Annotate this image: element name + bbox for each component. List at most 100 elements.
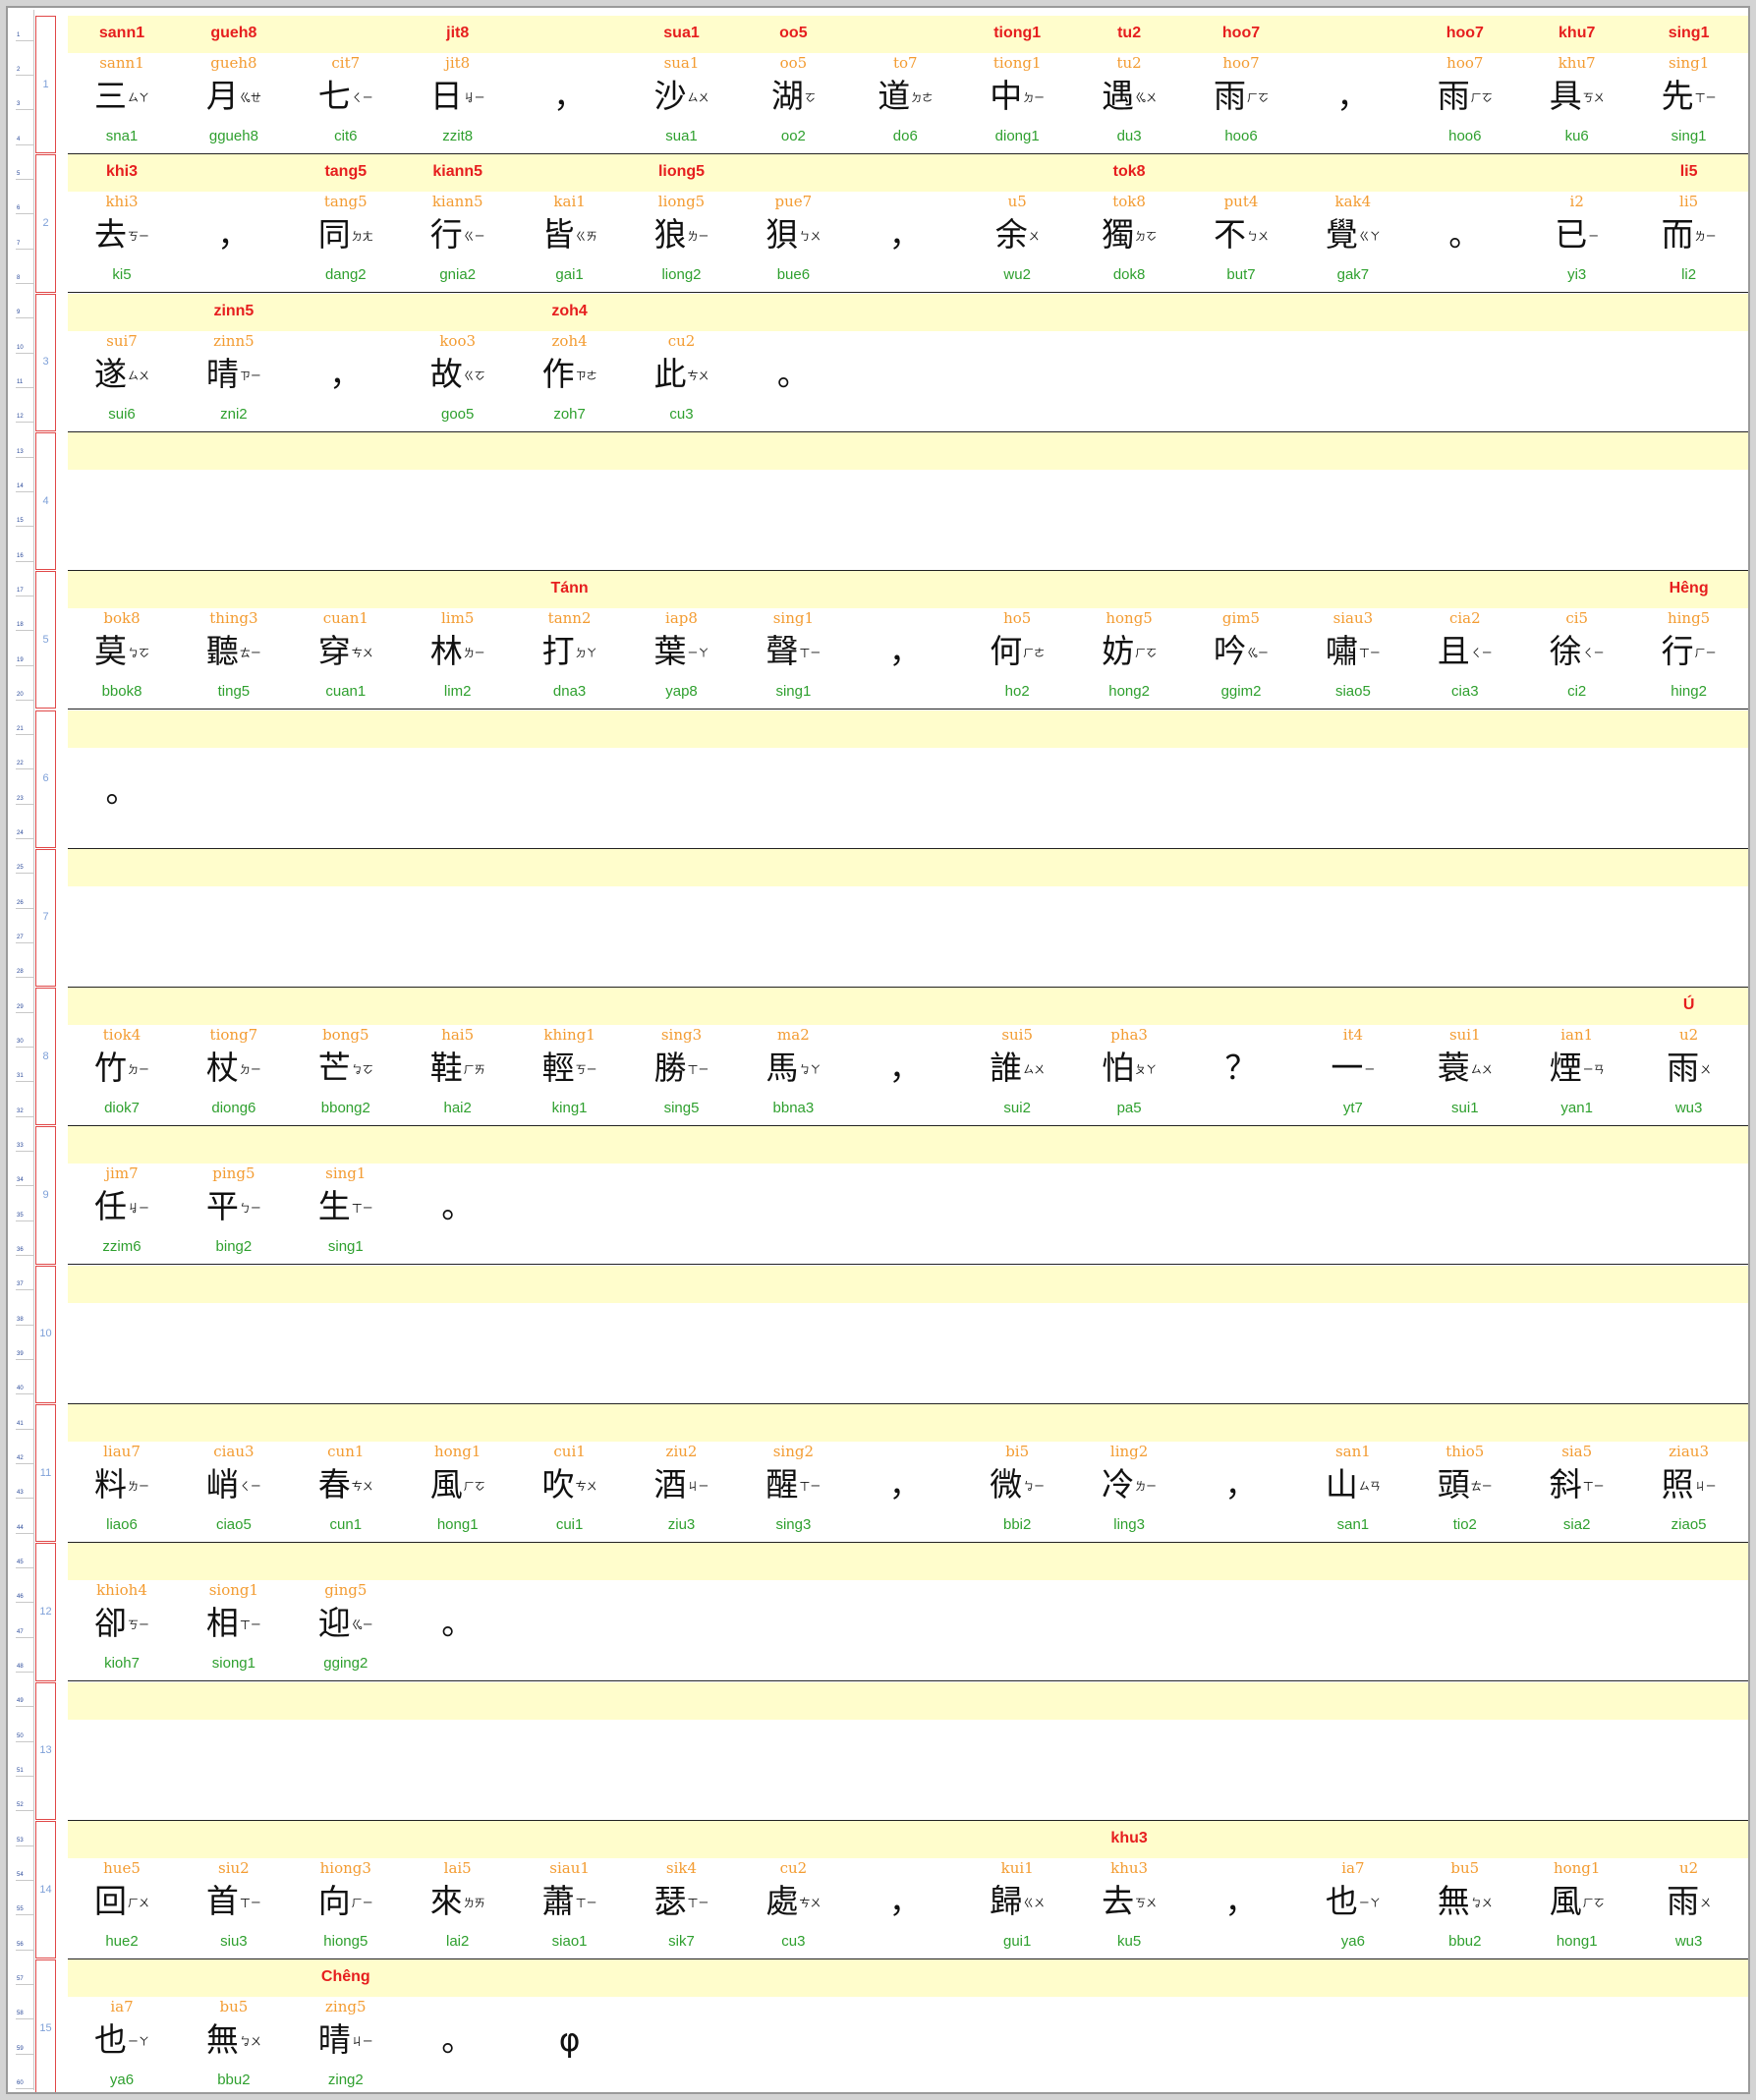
- character-cell[interactable]: kai1 皆ㄍㄞ gai1: [516, 154, 624, 293]
- character-cell[interactable]: tiok4 竹ㄉㄧ diok7: [68, 988, 176, 1126]
- character-cell[interactable]: 。: [68, 710, 176, 849]
- character-cell[interactable]: hong1 風ㄏㆦ hong1: [1523, 1821, 1631, 1959]
- character-cell[interactable]: ziau3 照ㄐㄧ ziao5: [1635, 1404, 1743, 1543]
- character-cell[interactable]: u2 雨ㄨ wu3: [1635, 1821, 1743, 1959]
- character-cell[interactable]: sik4 瑟ㄒㄧ sik7: [628, 1821, 736, 1959]
- character-cell[interactable]: i2 已ㄧ yi3: [1523, 154, 1631, 293]
- character-cell[interactable]: 。: [739, 294, 847, 432]
- character-cell[interactable]: ia7 也ㄧㄚ ya6: [68, 1959, 176, 2092]
- character-cell[interactable]: siu2 首ㄒㄧ siu3: [180, 1821, 288, 1959]
- character-cell[interactable]: sann1 sann1 三ㄙㄚ sna1: [68, 16, 176, 154]
- character-cell[interactable]: ，: [851, 988, 959, 1126]
- character-cell[interactable]: san1 山ㄙㄢ san1: [1299, 1404, 1407, 1543]
- character-cell[interactable]: thio5 頭ㄊㄧ tio2: [1411, 1404, 1519, 1543]
- character-cell[interactable]: ，: [851, 1821, 959, 1959]
- character-cell[interactable]: φ: [516, 1959, 624, 2092]
- character-cell[interactable]: bi5 微ㆠㄧ bbi2: [963, 1404, 1071, 1543]
- character-cell[interactable]: ci5 徐ㄑㄧ ci2: [1523, 571, 1631, 709]
- character-cell[interactable]: li5 li5 而ㄌㄧ li2: [1635, 154, 1743, 293]
- character-cell[interactable]: ziu2 酒ㄐㄧ ziu3: [628, 1404, 736, 1543]
- character-cell[interactable]: khu7 khu7 具ㄎㄨ ku6: [1523, 16, 1631, 154]
- character-cell[interactable]: khing1 輕ㄎㄧ king1: [516, 988, 624, 1126]
- character-cell[interactable]: gueh8 gueh8 月ㆣㄝ ggueh8: [180, 16, 288, 154]
- character-cell[interactable]: hiong3 向ㄏㄧ hiong5: [292, 1821, 400, 1959]
- character-cell[interactable]: sui1 蓑ㄙㄨ sui1: [1411, 988, 1519, 1126]
- character-cell[interactable]: ，: [1187, 1821, 1295, 1959]
- character-cell[interactable]: ging5 迎ㆣㄧ gging2: [292, 1543, 400, 1681]
- character-cell[interactable]: lai5 來ㄌㄞ lai2: [404, 1821, 512, 1959]
- character-cell[interactable]: cuan1 穿ㄘㄨ cuan1: [292, 571, 400, 709]
- character-cell[interactable]: khu3 khu3 去ㄎㄨ ku5: [1075, 1821, 1183, 1959]
- character-cell[interactable]: hue5 回ㄏㄨ hue2: [68, 1821, 176, 1959]
- character-cell[interactable]: kiann5 kiann5 行ㄍㄧ gnia2: [404, 154, 512, 293]
- character-cell[interactable]: gim5 吟ㆣㄧ ggim2: [1187, 571, 1295, 709]
- character-cell[interactable]: ho5 何ㄏㄜ ho2: [963, 571, 1071, 709]
- character-cell[interactable]: Tánn tann2 打ㄉㄚ dna3: [516, 571, 624, 709]
- character-cell[interactable]: hoo7 hoo7 雨ㄏㆦ hoo6: [1411, 16, 1519, 154]
- character-cell[interactable]: khi3 khi3 去ㄎㄧ ki5: [68, 154, 176, 293]
- character-cell[interactable]: hai5 鞋ㄏㄞ hai2: [404, 988, 512, 1126]
- character-cell[interactable]: jit8 jit8 日ㆢㄧ zzit8: [404, 16, 512, 154]
- character-cell[interactable]: cit7 七ㄑㄧ cit6: [292, 16, 400, 154]
- character-cell[interactable]: hoo7 hoo7 雨ㄏㆦ hoo6: [1187, 16, 1295, 154]
- character-cell[interactable]: bong5 芒ㆠㆦ bbong2: [292, 988, 400, 1126]
- character-cell[interactable]: Chêng zing5 晴ㄐㄧ zing2: [292, 1959, 400, 2092]
- character-cell[interactable]: 。: [404, 1126, 512, 1265]
- character-cell[interactable]: ia7 也ㄧㄚ ya6: [1299, 1821, 1407, 1959]
- character-cell[interactable]: ，: [851, 1404, 959, 1543]
- character-cell[interactable]: zoh4 zoh4 作ㄗㄜ zoh7: [516, 294, 624, 432]
- character-cell[interactable]: sua1 sua1 沙ㄙㄨ sua1: [628, 16, 736, 154]
- character-cell[interactable]: hong5 妨ㄏㆦ hong2: [1075, 571, 1183, 709]
- character-cell[interactable]: cu2 處ㄘㄨ cu3: [739, 1821, 847, 1959]
- character-cell[interactable]: Úu2 雨ㄨ wu3: [1635, 988, 1743, 1126]
- character-cell[interactable]: ian1 煙ㄧㄢ yan1: [1523, 988, 1631, 1126]
- character-cell[interactable]: 。: [1411, 154, 1519, 293]
- character-cell[interactable]: sui7 遂ㄙㄨ sui6: [68, 294, 176, 432]
- character-cell[interactable]: pha3 怕ㄆㄚ pa5: [1075, 988, 1183, 1126]
- character-cell[interactable]: koo3 故ㄍㆦ goo5: [404, 294, 512, 432]
- character-cell[interactable]: bok8 莫ㆠㆦ bbok8: [68, 571, 176, 709]
- character-cell[interactable]: tang5 tang5 同ㄉㄤ dang2: [292, 154, 400, 293]
- character-cell[interactable]: sing1 聲ㄒㄧ sing1: [739, 571, 847, 709]
- character-cell[interactable]: pue7 狽ㄅㄨ bue6: [739, 154, 847, 293]
- character-cell[interactable]: jim7 任ㆢㄧ zzim6: [68, 1126, 176, 1265]
- character-cell[interactable]: tiong1 tiong1 中ㄉㄧ diong1: [963, 16, 1071, 154]
- character-cell[interactable]: iap8 葉ㄧㄚ yap8: [628, 571, 736, 709]
- character-cell[interactable]: siau3 嘯ㄒㄧ siao5: [1299, 571, 1407, 709]
- character-cell[interactable]: cu2 此ㄘㄨ cu3: [628, 294, 736, 432]
- character-cell[interactable]: put4 不ㄅㄨ but7: [1187, 154, 1295, 293]
- character-cell[interactable]: Hêng hing5 行ㄏㄧ hing2: [1635, 571, 1743, 709]
- character-cell[interactable]: tok8 tok8 獨ㄉㆦ dok8: [1075, 154, 1183, 293]
- character-cell[interactable]: cia2 且ㄑㄧ cia3: [1411, 571, 1519, 709]
- character-cell[interactable]: sing2 醒ㄒㄧ sing3: [739, 1404, 847, 1543]
- character-cell[interactable]: sing1 sing1 先ㄒㄧ sing1: [1635, 16, 1743, 154]
- character-cell[interactable]: kak4 覺ㄍㄚ gak7: [1299, 154, 1407, 293]
- character-cell[interactable]: sui5 誰ㄙㄨ sui2: [963, 988, 1071, 1126]
- character-cell[interactable]: 。: [404, 1543, 512, 1681]
- character-cell[interactable]: hong1 風ㄏㆦ hong1: [404, 1404, 512, 1543]
- character-cell[interactable]: tu2 tu2 遇ㆣㄨ du3: [1075, 16, 1183, 154]
- character-cell[interactable]: tiong7 杖ㄉㄧ diong6: [180, 988, 288, 1126]
- character-cell[interactable]: ，: [1187, 1404, 1295, 1543]
- character-cell[interactable]: thing3 聽ㄊㄧ ting5: [180, 571, 288, 709]
- character-cell[interactable]: ma2 馬ㆠㄚ bbna3: [739, 988, 847, 1126]
- character-cell[interactable]: khioh4 卻ㄎㄧ kioh7: [68, 1543, 176, 1681]
- character-cell[interactable]: kui1 歸ㄍㄨ gui1: [963, 1821, 1071, 1959]
- character-cell[interactable]: bu5 無ㆠㄨ bbu2: [180, 1959, 288, 2092]
- character-cell[interactable]: cui1 吹ㄘㄨ cui1: [516, 1404, 624, 1543]
- character-cell[interactable]: sing1 生ㄒㄧ sing1: [292, 1126, 400, 1265]
- character-cell[interactable]: zinn5 zinn5 晴ㄗㄧ zni2: [180, 294, 288, 432]
- character-cell[interactable]: it4 一ㄧ yt7: [1299, 988, 1407, 1126]
- character-cell[interactable]: oo5 oo5 湖ㆦ oo2: [739, 16, 847, 154]
- character-cell[interactable]: u5 余ㄨ wu2: [963, 154, 1071, 293]
- character-cell[interactable]: ，: [180, 154, 288, 293]
- character-cell[interactable]: ciau3 峭ㄑㄧ ciao5: [180, 1404, 288, 1543]
- character-cell[interactable]: liau7 料ㄌㄧ liao6: [68, 1404, 176, 1543]
- character-cell[interactable]: sia5 斜ㄒㄧ sia2: [1523, 1404, 1631, 1543]
- character-cell[interactable]: ling2 冷ㄌㄧ ling3: [1075, 1404, 1183, 1543]
- character-cell[interactable]: lim5 林ㄌㄧ lim2: [404, 571, 512, 709]
- character-cell[interactable]: ？: [1187, 988, 1295, 1126]
- character-cell[interactable]: ，: [1299, 16, 1407, 154]
- character-cell[interactable]: ，: [851, 571, 959, 709]
- character-cell[interactable]: ，: [292, 294, 400, 432]
